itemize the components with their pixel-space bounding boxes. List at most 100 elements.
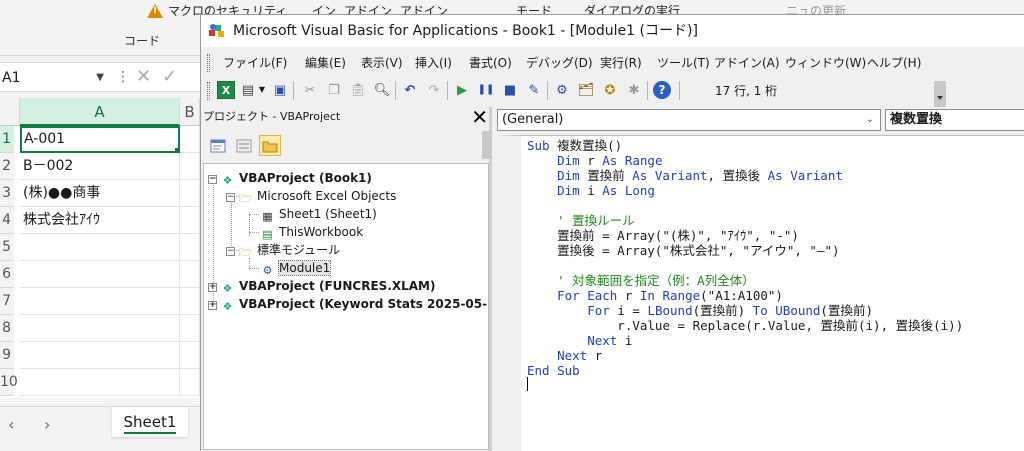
row-header[interactable]: 4 xyxy=(0,207,14,234)
cell-b9[interactable] xyxy=(180,342,200,369)
column-header-a[interactable]: A xyxy=(20,98,180,126)
cell-b7[interactable] xyxy=(180,288,200,315)
menu-addins[interactable]: アドイン(A) xyxy=(714,54,780,71)
cell-a2[interactable]: B－002 xyxy=(20,153,180,180)
name-box-value: A1 xyxy=(2,70,21,86)
chevron-right-icon[interactable]: › xyxy=(44,415,50,434)
tree-item-std-module[interactable]: − 🗁︎ 標準モジュール xyxy=(226,241,340,259)
cell-a8[interactable] xyxy=(20,315,180,342)
collapse-icon[interactable]: − xyxy=(226,247,235,256)
menu-window[interactable]: ウィンドウ(W) xyxy=(785,54,866,71)
cell-a10[interactable] xyxy=(20,369,180,396)
cell-b3[interactable] xyxy=(180,180,200,207)
menu-run[interactable]: 実行(R) xyxy=(600,54,642,71)
cell-a6[interactable] xyxy=(20,261,180,288)
cell-a4[interactable]: 株式会社ｱｲｳ xyxy=(20,207,180,234)
menu-insert[interactable]: 挿入(I) xyxy=(415,54,452,71)
cell-a1[interactable]: A-001 xyxy=(20,126,180,153)
vbe-title: Microsoft Visual Basic for Applications … xyxy=(233,23,698,39)
row-header[interactable]: 6 xyxy=(0,261,14,288)
sheet-tab-sheet1[interactable]: Sheet1 xyxy=(112,407,188,437)
run-icon[interactable]: ▶ xyxy=(453,81,471,99)
toolbar-grip-icon[interactable] xyxy=(207,82,210,100)
view-object-icon[interactable] xyxy=(233,135,255,156)
cell-a9[interactable] xyxy=(20,342,180,369)
cell-b10[interactable] xyxy=(180,369,200,396)
tree-item-keyword-stats[interactable]: + ❖ VBAProject (Keyword Stats 2025-05-2 xyxy=(208,295,488,313)
tree-item-thisworkbook[interactable]: ▤ ThisWorkbook xyxy=(260,223,363,241)
insert-dropdown-icon[interactable]: ▼ xyxy=(253,81,271,99)
row-header[interactable]: 10 xyxy=(0,369,18,396)
vbe-toolbar: X ▤ ▼ ▣ ✂ ❐ 📋︎ 🔍︎ ↶ ↷ ▶ ❚❚ ■ ✎ ⚙ 🗂︎ ✪ ✱ … xyxy=(201,78,946,104)
chevron-down-icon[interactable]: ▼ xyxy=(96,67,104,89)
tree-item-sheet1[interactable]: ▦ Sheet1 (Sheet1) xyxy=(260,205,377,223)
cell-b6[interactable] xyxy=(180,261,200,288)
menu-tools[interactable]: ツール(T) xyxy=(657,54,710,71)
close-icon[interactable]: ✕ xyxy=(471,106,488,128)
cell-b5[interactable] xyxy=(180,234,200,261)
object-browser-icon[interactable]: ✪ xyxy=(601,81,619,99)
save-icon[interactable]: ▣ xyxy=(271,81,289,99)
toolbox-icon[interactable]: ✱ xyxy=(625,81,643,99)
toolbar-options-icon[interactable] xyxy=(934,81,946,107)
properties-icon[interactable]: 🗂︎ xyxy=(577,81,595,99)
collapse-icon[interactable]: − xyxy=(208,175,217,184)
cell-b8[interactable] xyxy=(180,315,200,342)
menu-debug[interactable]: デバッグ(D) xyxy=(526,54,593,71)
cut-icon[interactable]: ✂ xyxy=(301,81,319,99)
enter-icon[interactable]: ✓ xyxy=(162,66,177,87)
row-header[interactable]: 5 xyxy=(0,234,14,261)
toggle-folders-icon[interactable] xyxy=(259,135,281,156)
select-all-corner[interactable] xyxy=(0,98,20,126)
row-header[interactable]: 8 xyxy=(0,315,14,342)
cell-b2[interactable] xyxy=(180,153,200,180)
cell-a3[interactable]: (株)●●商事 xyxy=(20,180,180,207)
code-line: r.Value = Replace(r.Value, 置換前(i), 置換後(i… xyxy=(527,318,964,333)
menu-format[interactable]: 書式(O) xyxy=(469,54,512,71)
cell-b4[interactable] xyxy=(180,207,200,234)
find-icon[interactable]: 🔍︎ xyxy=(373,81,391,99)
menu-file[interactable]: ファイル(F) xyxy=(223,54,287,71)
paste-icon[interactable]: 📋︎ xyxy=(349,81,367,99)
redo-icon[interactable]: ↷ xyxy=(425,81,443,99)
tree-item-module1[interactable]: ⚙ Module1 xyxy=(260,259,332,277)
collapse-icon[interactable]: − xyxy=(226,193,235,202)
tree-item-excel-objects[interactable]: − 🗁︎ Microsoft Excel Objects xyxy=(226,187,396,205)
project-explorer-icon[interactable]: ⚙ xyxy=(553,81,571,99)
column-header-b[interactable]: B xyxy=(180,98,200,126)
design-mode-icon[interactable]: ✎ xyxy=(525,81,543,99)
tree-item-funcres[interactable]: + ❖ VBAProject (FUNCRES.XLAM) xyxy=(208,277,435,295)
help-icon[interactable]: ? xyxy=(653,81,671,99)
undo-icon[interactable]: ↶ xyxy=(401,81,419,99)
name-box[interactable]: A1 ▼ xyxy=(0,67,108,89)
chevron-down-icon[interactable]: ⌄ xyxy=(866,110,874,130)
break-icon[interactable]: ❚❚ xyxy=(477,81,495,99)
cancel-icon[interactable]: ✕ xyxy=(136,66,151,87)
expand-icon[interactable]: + xyxy=(208,283,217,292)
menu-help[interactable]: ヘルプ(H) xyxy=(867,54,921,71)
code-editor[interactable]: Sub 複数置換() Dim r As Range Dim 置換前 As Var… xyxy=(497,135,1024,451)
object-combo[interactable]: (General) ⌄ xyxy=(497,109,881,131)
cell-a7[interactable] xyxy=(20,288,180,315)
tree-item-book1[interactable]: − ❖ VBAProject (Book1) xyxy=(208,169,372,187)
row-header[interactable]: 7 xyxy=(0,288,14,315)
reset-icon[interactable]: ■ xyxy=(501,81,519,99)
cell-a5[interactable] xyxy=(20,234,180,261)
row-header[interactable]: 2 xyxy=(0,153,14,180)
chevron-left-icon[interactable]: ‹ xyxy=(8,415,14,434)
view-code-icon[interactable] xyxy=(207,135,229,156)
row-header[interactable]: 9 xyxy=(0,342,14,369)
menu-view[interactable]: 表示(V) xyxy=(361,54,403,71)
menu-edit[interactable]: 編集(E) xyxy=(305,54,346,71)
expand-icon[interactable]: + xyxy=(208,301,217,310)
copy-icon[interactable]: ❐ xyxy=(325,81,343,99)
row-header[interactable]: 1 xyxy=(0,126,14,153)
object-combo-value: (General) xyxy=(502,112,564,127)
row-header[interactable]: 3 xyxy=(0,180,14,207)
cell-b1[interactable] xyxy=(180,126,200,153)
procedure-combo[interactable]: 複数置換 xyxy=(885,109,1024,131)
toolbar-scroll[interactable] xyxy=(482,131,492,159)
code-line: For Each r In Range("A1:A100") xyxy=(557,288,783,303)
view-excel-icon[interactable]: X xyxy=(217,81,235,99)
menu-grip-icon[interactable] xyxy=(207,54,210,72)
